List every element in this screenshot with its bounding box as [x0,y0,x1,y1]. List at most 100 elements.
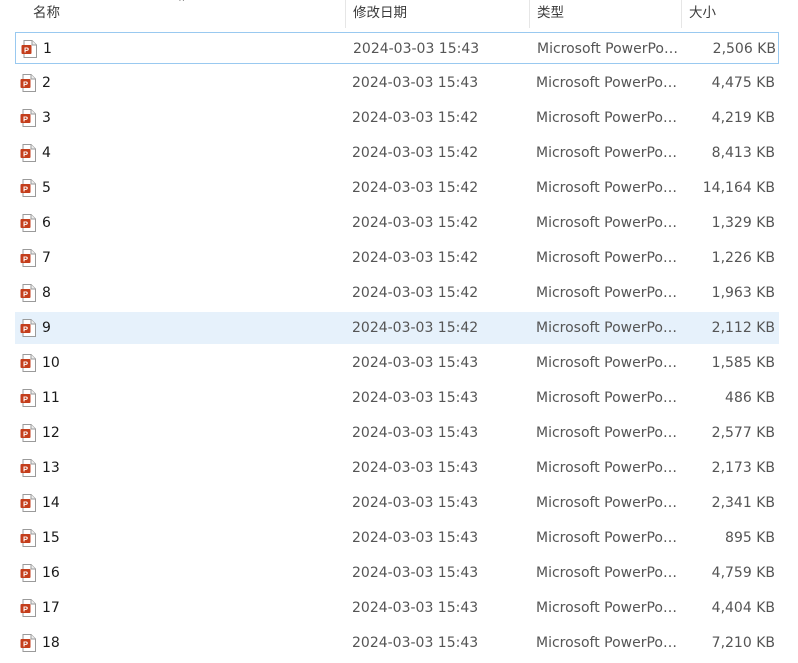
file-row[interactable]: P 7 2024-03-03 15:42 Microsoft PowerPoi... 1… [15,242,779,274]
file-size: 2,577 KB [711,425,775,441]
file-row[interactable]: P 1 2024-03-03 15:43 Microsoft PowerPoi... 2… [15,32,779,64]
svg-text:P: P [23,499,28,508]
file-name: 9 [42,320,51,336]
powerpoint-file-icon: P [20,564,36,582]
file-row[interactable]: P 17 2024-03-03 15:43 Microsoft PowerPoi...… [15,592,779,624]
svg-text:P: P [23,429,28,438]
powerpoint-file-icon: P [20,424,36,442]
file-name: 17 [42,600,60,616]
column-header-date[interactable]: 修改日期 [345,0,529,28]
file-type: Microsoft PowerPoi... [536,600,677,616]
file-modified-date: 2024-03-03 15:43 [352,565,479,581]
file-size: 2,341 KB [711,495,775,511]
column-header-bar: ∧ 名称 修改日期 类型 大小 [0,0,798,28]
svg-text:P: P [23,184,28,193]
file-row[interactable]: P 2 2024-03-03 15:43 Microsoft PowerPoi... 4… [15,67,779,99]
powerpoint-file-icon: P [20,284,36,302]
file-row[interactable]: P 15 2024-03-03 15:43 Microsoft PowerPoi...… [15,522,779,554]
file-type: Microsoft PowerPoi... [536,355,677,371]
svg-text:P: P [23,114,28,123]
file-type: Microsoft PowerPoi... [536,285,677,301]
svg-text:P: P [23,394,28,403]
svg-text:P: P [23,254,28,263]
file-modified-date: 2024-03-03 15:43 [352,390,479,406]
powerpoint-file-icon: P [20,389,36,407]
file-size: 895 KB [725,530,775,546]
file-name: 10 [42,355,60,371]
powerpoint-file-icon: P [20,599,36,617]
file-row[interactable]: P 5 2024-03-03 15:42 Microsoft PowerPoi... 1… [15,172,779,204]
powerpoint-file-icon: P [20,74,36,92]
file-row[interactable]: P 6 2024-03-03 15:42 Microsoft PowerPoi... 1… [15,207,779,239]
svg-text:P: P [23,464,28,473]
column-header-name[interactable]: 名称 [26,0,346,28]
file-type: Microsoft PowerPoi... [536,425,677,441]
file-modified-date: 2024-03-03 15:43 [352,425,479,441]
file-name: 11 [42,390,60,406]
file-size: 7,210 KB [711,635,775,651]
file-row[interactable]: P 11 2024-03-03 15:43 Microsoft PowerPoi...… [15,382,779,414]
file-row[interactable]: P 3 2024-03-03 15:42 Microsoft PowerPoi... 4… [15,102,779,134]
powerpoint-file-icon: P [20,109,36,127]
powerpoint-file-icon: P [20,529,36,547]
file-row[interactable]: P 14 2024-03-03 15:43 Microsoft PowerPoi...… [15,487,779,519]
file-size: 486 KB [725,390,775,406]
file-type: Microsoft PowerPoi... [536,530,677,546]
powerpoint-file-icon: P [20,249,36,267]
powerpoint-file-icon: P [20,179,36,197]
file-type: Microsoft PowerPoi... [536,180,677,196]
file-row[interactable]: P 12 2024-03-03 15:43 Microsoft PowerPoi...… [15,417,779,449]
svg-text:P: P [23,324,28,333]
svg-text:P: P [23,604,28,613]
file-type: Microsoft PowerPoi... [536,110,677,126]
file-row[interactable]: P 18 2024-03-03 15:43 Microsoft PowerPoi...… [15,627,779,659]
column-header-type[interactable]: 类型 [529,0,681,28]
file-row[interactable]: P 10 2024-03-03 15:43 Microsoft PowerPoi...… [15,347,779,379]
file-name: 13 [42,460,60,476]
file-name: 1 [43,41,52,57]
file-modified-date: 2024-03-03 15:42 [352,320,479,336]
file-modified-date: 2024-03-03 15:42 [352,180,479,196]
file-type: Microsoft PowerPoi... [536,320,677,336]
powerpoint-file-icon: P [20,354,36,372]
svg-text:P: P [23,534,28,543]
file-size: 2,506 KB [712,41,776,57]
file-size: 1,329 KB [711,215,775,231]
powerpoint-file-icon: P [21,40,37,58]
powerpoint-file-icon: P [20,319,36,337]
file-modified-date: 2024-03-03 15:43 [352,460,479,476]
file-size: 1,585 KB [711,355,775,371]
file-size: 8,413 KB [711,145,775,161]
file-type: Microsoft PowerPoi... [536,75,677,91]
file-name: 16 [42,565,60,581]
file-name: 12 [42,425,60,441]
svg-text:P: P [23,289,28,298]
svg-text:P: P [24,45,29,54]
file-modified-date: 2024-03-03 15:42 [352,285,479,301]
file-row[interactable]: P 4 2024-03-03 15:42 Microsoft PowerPoi... 8… [15,137,779,169]
file-name: 18 [42,635,60,651]
svg-text:P: P [23,359,28,368]
file-modified-date: 2024-03-03 15:42 [352,145,479,161]
file-row[interactable]: P 9 2024-03-03 15:42 Microsoft PowerPoi... 2… [15,312,779,344]
file-size: 2,173 KB [711,460,775,476]
file-row[interactable]: P 16 2024-03-03 15:43 Microsoft PowerPoi...… [15,557,779,589]
column-header-size[interactable]: 大小 [681,0,783,28]
file-type: Microsoft PowerPoi... [536,460,677,476]
file-type: Microsoft PowerPoi... [536,635,677,651]
file-type: Microsoft PowerPoi... [537,41,678,57]
file-size: 4,475 KB [711,75,775,91]
powerpoint-file-icon: P [20,144,36,162]
file-type: Microsoft PowerPoi... [536,495,677,511]
file-name: 3 [42,110,51,126]
file-row[interactable]: P 13 2024-03-03 15:43 Microsoft PowerPoi...… [15,452,779,484]
svg-text:P: P [23,149,28,158]
file-name: 4 [42,145,51,161]
file-size: 4,404 KB [711,600,775,616]
file-row[interactable]: P 8 2024-03-03 15:42 Microsoft PowerPoi... 1… [15,277,779,309]
file-modified-date: 2024-03-03 15:43 [352,355,479,371]
file-size: 4,219 KB [711,110,775,126]
file-name: 5 [42,180,51,196]
file-modified-date: 2024-03-03 15:42 [352,250,479,266]
file-type: Microsoft PowerPoi... [536,250,677,266]
